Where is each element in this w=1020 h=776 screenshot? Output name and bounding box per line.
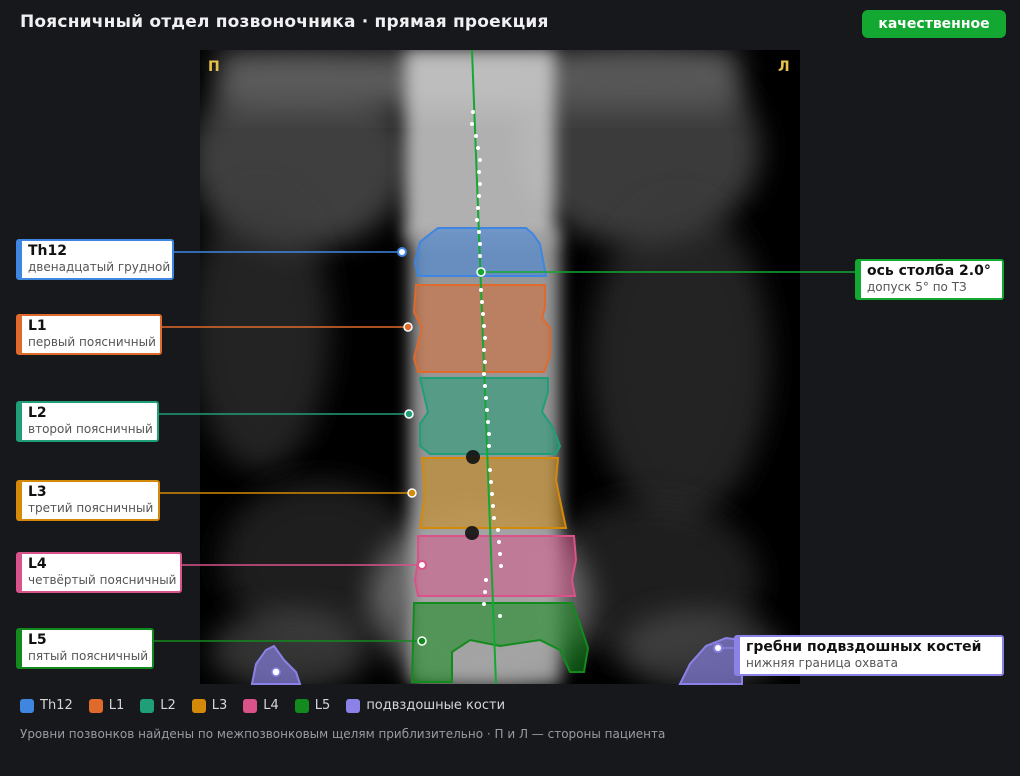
legend-label: L4 [263, 698, 279, 713]
legend-item-l1: L1 [88, 698, 125, 713]
legend-swatch [20, 698, 34, 713]
legend-item-l5: L5 [294, 698, 331, 713]
callout-l5-title: L5 [28, 632, 47, 648]
legend-item-l2: L2 [140, 698, 176, 713]
legend-label: L3 [211, 698, 228, 713]
legend-label: Th12 [40, 698, 73, 713]
callout-spine-axis-subtitle: допуск 5° по ТЗ [867, 280, 967, 294]
legend-item-l3: L3 [191, 698, 228, 713]
legend-swatch [191, 698, 206, 713]
callout-l3-subtitle: третий поясничный [28, 501, 154, 515]
legend: Th12 L1 L2 L3 L4 L5 подвздошные кости [20, 698, 521, 713]
callout-th12[interactable]: Th12 двенадцатый грудной [16, 239, 174, 280]
callout-l3[interactable]: L3 третий поясничный [16, 480, 160, 521]
legend-label: L5 [314, 698, 331, 713]
callout-l2-subtitle: второй поясничный [28, 422, 153, 436]
callout-l3-title: L3 [28, 484, 47, 500]
legend-label: L1 [108, 698, 125, 713]
callout-l5[interactable]: L5 пятый поясничный [16, 628, 154, 669]
legend-label: L2 [160, 698, 176, 713]
callout-l4[interactable]: L4 четвёртый поясничный [16, 552, 182, 593]
callout-spine-axis-title: ось столба 2.0° [867, 263, 991, 279]
callout-l4-subtitle: четвёртый поясничный [28, 573, 177, 587]
callout-l1[interactable]: L1 первый поясничный [16, 314, 162, 355]
callout-th12-title: Th12 [28, 243, 67, 259]
side-marker-right: П [208, 59, 220, 75]
legend-item-l4: L4 [243, 698, 279, 713]
side-marker-left: Л [778, 59, 790, 75]
legend-label: подвздошные кости [366, 698, 506, 713]
legend-swatch [140, 698, 155, 713]
vertebra-region-l4[interactable] [413, 535, 578, 597]
callout-l1-subtitle: первый поясничный [28, 335, 156, 349]
legend-swatch [346, 698, 361, 713]
callout-iliac-crests[interactable]: гребни подвздошных костей нижняя граница… [734, 635, 1004, 676]
callout-l4-title: L4 [28, 556, 47, 572]
legend-swatch [88, 698, 103, 713]
callout-l1-title: L1 [28, 318, 47, 334]
callout-th12-subtitle: двенадцатый грудной [28, 260, 171, 274]
legend-item-th12: Th12 [20, 698, 73, 713]
footnote: Уровни позвонков найдены по межпозвонков… [20, 727, 666, 741]
callout-l5-subtitle: пятый поясничный [28, 649, 148, 663]
legend-swatch [243, 698, 258, 713]
legend-item-iliac: подвздошные кости [346, 698, 505, 713]
legend-swatch [294, 698, 309, 713]
callout-iliac-crests-subtitle: нижняя граница охвата [746, 656, 899, 670]
callout-spine-axis[interactable]: ось столба 2.0° допуск 5° по ТЗ [855, 259, 1004, 300]
vertebra-region-l2[interactable] [418, 377, 562, 455]
callout-l2-title: L2 [28, 405, 47, 421]
callout-iliac-crests-title: гребни подвздошных костей [746, 639, 982, 655]
callout-l2[interactable]: L2 второй поясничный [16, 401, 159, 442]
